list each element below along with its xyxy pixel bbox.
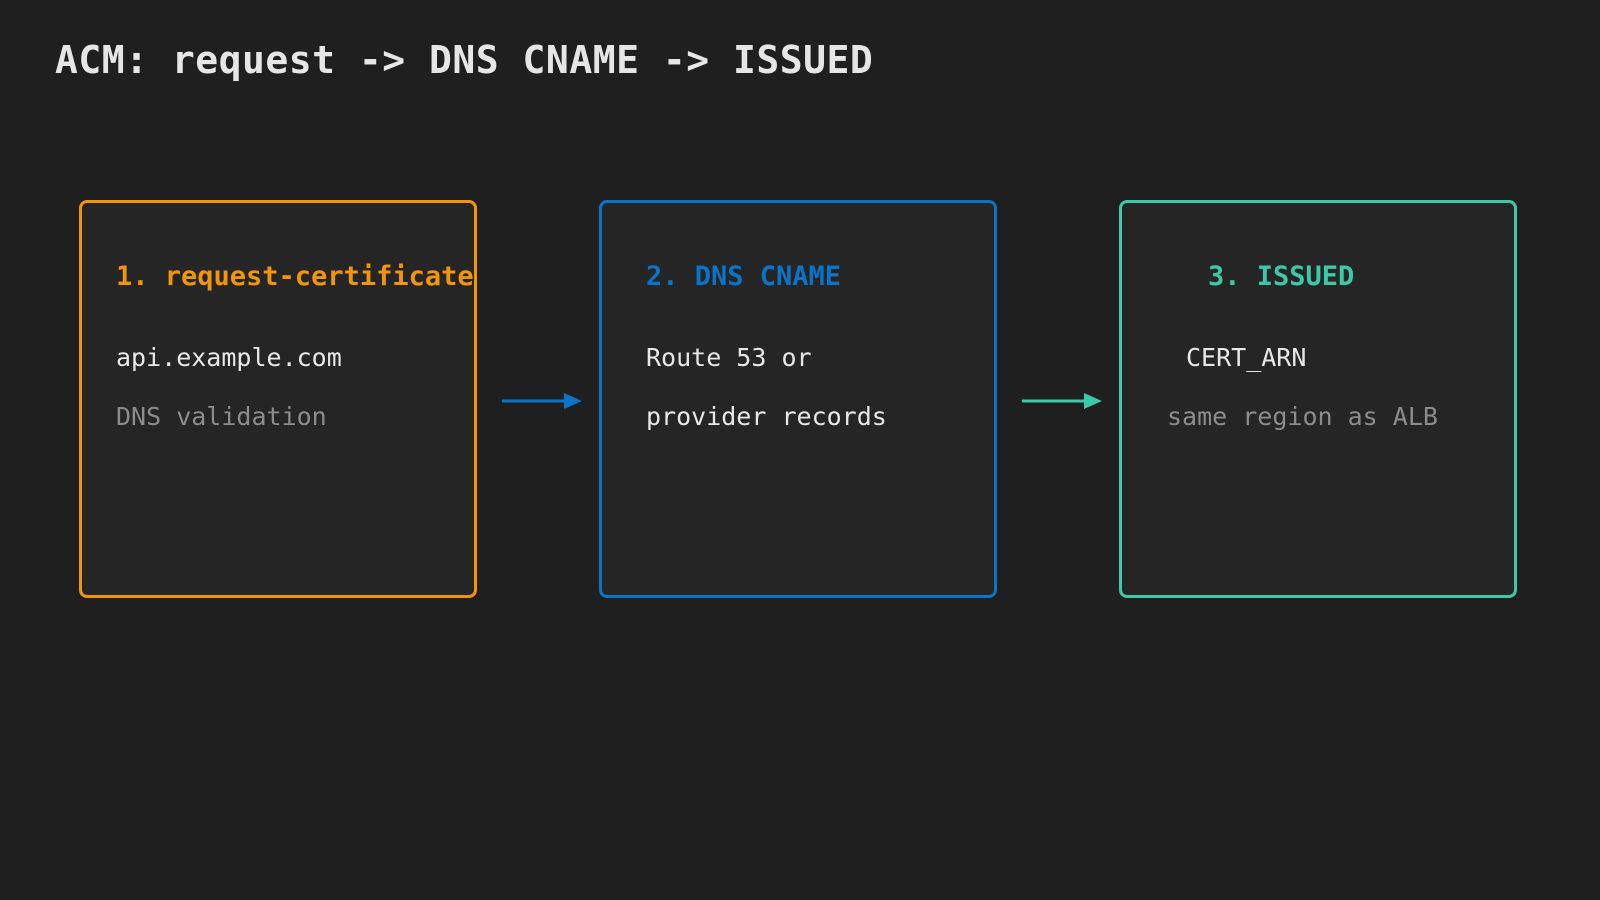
step-1-validation-method: DNS validation [116,402,327,431]
step-3-title: 3. ISSUED [1208,261,1355,292]
arrow-step2-to-step3 [1022,393,1102,409]
arrow-step1-to-step2 [502,393,582,409]
step-3-cert-arn: CERT_ARN [1186,343,1307,372]
arrow-1-head [564,393,582,409]
step-2-card: 2. DNS CNAME Route 53 or provider record… [599,200,997,598]
diagram-title: ACM: request -> DNS CNAME -> ISSUED [55,38,874,82]
step-3-region-note: same region as ALB [1167,402,1438,431]
arrow-2-head [1084,393,1102,409]
step-2-title: 2. DNS CNAME [646,261,842,292]
step-1-card: 1. request-certificate api.example.com D… [79,200,477,598]
step-1-title: 1. request-certificate [116,261,474,292]
step-3-card: 3. ISSUED CERT_ARN same region as ALB [1119,200,1517,598]
step-1-domain: api.example.com [116,343,342,372]
step-2-dns-line2: provider records [646,402,887,431]
step-2-dns-line1: Route 53 or [646,343,812,372]
